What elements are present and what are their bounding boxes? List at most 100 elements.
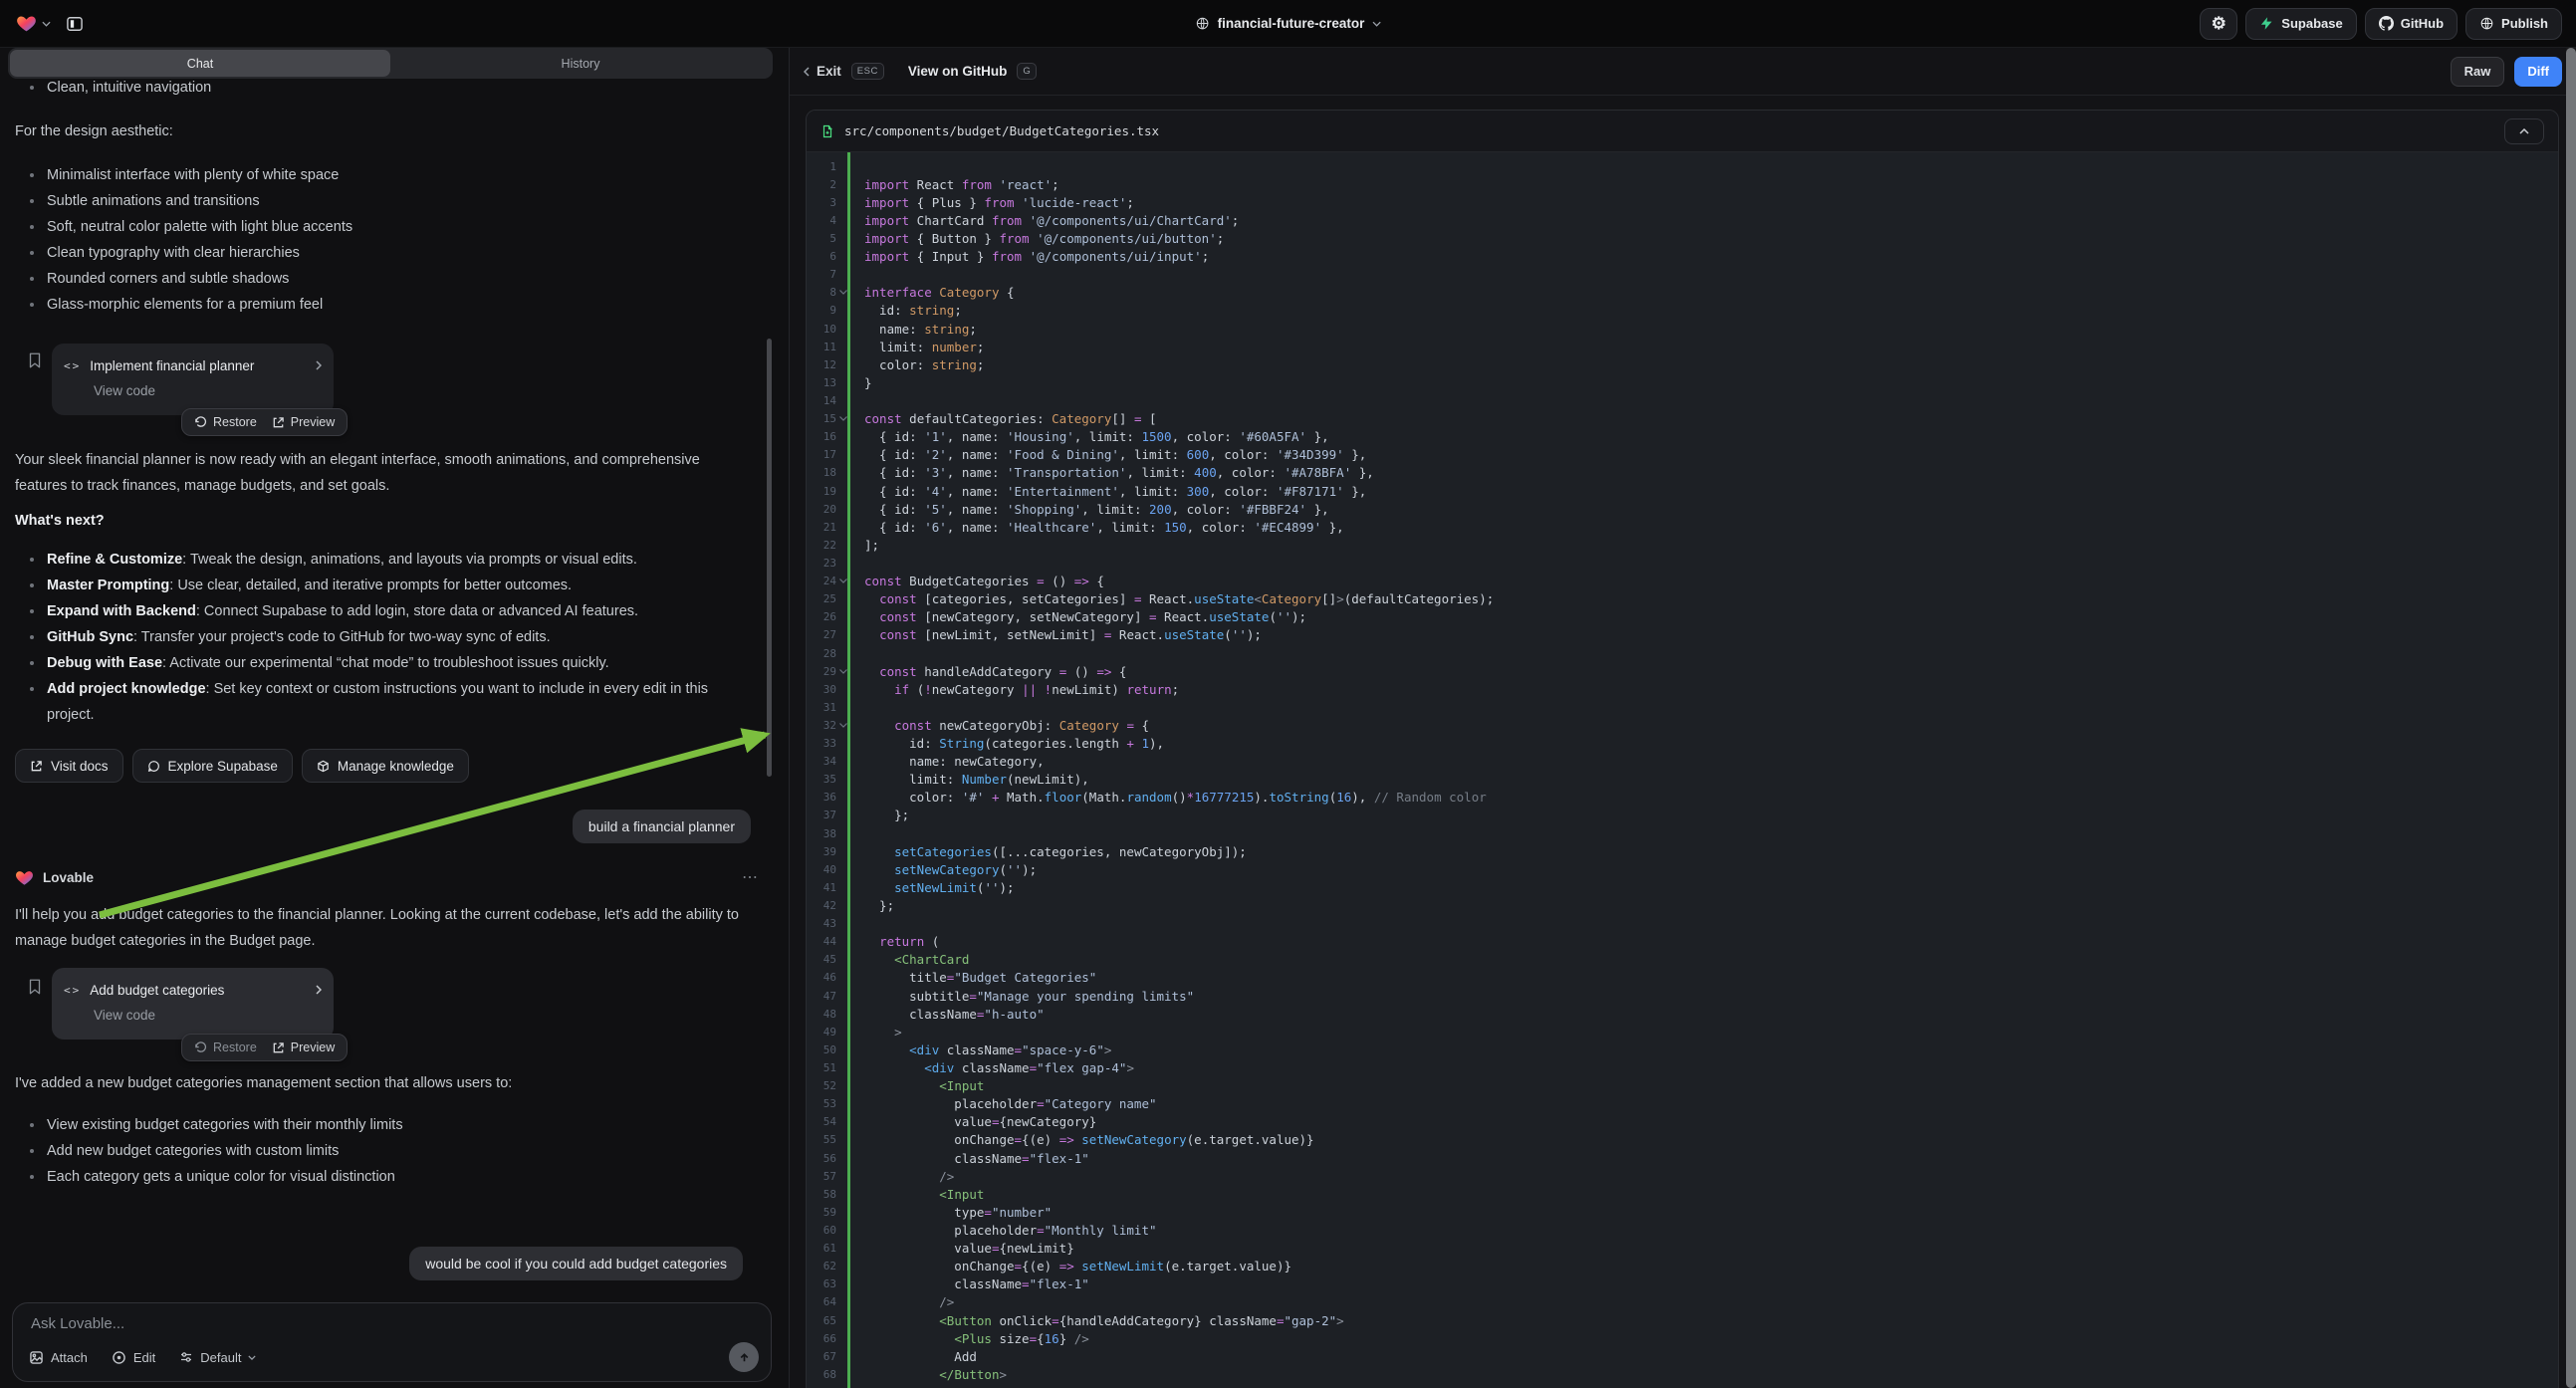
line-number: 29	[807, 665, 836, 678]
window-scrollbar-thumb[interactable]	[2566, 48, 2576, 1388]
app-window: financial-future-creator ⚙ Supabase GitH…	[0, 0, 2576, 1388]
settings-button[interactable]: ⚙	[2200, 8, 2237, 40]
list-item: Each category gets a unique color for vi…	[15, 1164, 757, 1190]
tab-chat[interactable]: Chat	[10, 50, 390, 77]
chat-scrollbar[interactable]	[767, 339, 772, 777]
assistant-header: Lovable ⋯	[15, 864, 759, 890]
code-line: 65 <Button onClick={handleAddCategory} c…	[807, 1311, 2558, 1329]
exit-button[interactable]: Exit	[804, 64, 841, 79]
code-text: { id: '4', name: 'Entertainment', limit:…	[848, 484, 1366, 499]
explore-supabase-button[interactable]: Explore Supabase	[132, 749, 293, 783]
external-link-icon	[272, 1041, 285, 1054]
code-line: 62 onChange={(e) => setNewLimit(e.target…	[807, 1258, 2558, 1275]
code-line: 41 setNewLimit('');	[807, 878, 2558, 896]
tab-history[interactable]: History	[390, 50, 771, 77]
code-text: subtitle="Manage your spending limits"	[848, 989, 1194, 1004]
code-text: limit: number;	[848, 340, 984, 354]
manage-knowledge-label: Manage knowledge	[338, 759, 454, 774]
lovable-logo-menu[interactable]	[16, 13, 51, 34]
code-text: { id: '1', name: 'Housing', limit: 1500,…	[848, 429, 1329, 444]
raw-toggle-button[interactable]: Raw	[2451, 57, 2505, 87]
bullet-icon	[30, 225, 34, 229]
diff-toggle-button[interactable]: Diff	[2514, 57, 2562, 87]
version-actions: Restore Preview	[181, 408, 348, 436]
list-item: GitHub Sync: Transfer your project's cod…	[15, 624, 752, 650]
line-number: 33	[807, 737, 836, 750]
code-line: 42 };	[807, 896, 2558, 914]
code-text: <Button onClick={handleAddCategory} clas…	[848, 1313, 1344, 1328]
preview-button[interactable]: Preview	[272, 1041, 335, 1054]
code-text: type="number"	[848, 1205, 1052, 1220]
code-line: 14	[807, 391, 2558, 409]
version-card-implement-financial-planner[interactable]: <> Implement financial planner View code	[52, 344, 334, 415]
publish-button[interactable]: Publish	[2465, 8, 2562, 40]
code-line: 59 type="number"	[807, 1203, 2558, 1221]
bookmark-icon[interactable]	[26, 978, 44, 996]
file-header[interactable]: src/components/budget/BudgetCategories.t…	[807, 111, 2558, 152]
file-added-icon	[820, 124, 834, 138]
code-line: 56 className="flex-1"	[807, 1149, 2558, 1167]
code-text: <Input	[848, 1078, 984, 1093]
code-line: 64 />	[807, 1293, 2558, 1311]
code-line: 57 />	[807, 1167, 2558, 1185]
bullet-text: Add new budget categories with custom li…	[47, 1138, 339, 1164]
restore-button[interactable]: Restore	[194, 1041, 257, 1054]
edit-mode-button[interactable]: Edit	[112, 1350, 155, 1365]
manage-knowledge-button[interactable]: Manage knowledge	[302, 749, 469, 783]
send-button[interactable]	[729, 1342, 759, 1372]
preview-button[interactable]: Preview	[272, 415, 335, 429]
assistant-added-text: I've added a new budget categories manag…	[15, 1070, 742, 1096]
attach-button[interactable]: Attach	[29, 1350, 88, 1365]
code-text: limit: Number(newLimit),	[848, 772, 1089, 787]
code-text: title="Budget Categories"	[848, 970, 1096, 985]
chevron-down-icon	[42, 21, 51, 27]
code-text: >	[848, 1025, 902, 1040]
project-switcher[interactable]: financial-future-creator	[1195, 16, 1382, 31]
code-text: const defaultCategories: Category[] = [	[848, 411, 1157, 426]
code-line: 29 const handleAddCategory = () => {	[807, 662, 2558, 680]
line-number: 66	[807, 1332, 836, 1345]
bullet-icon	[30, 1175, 34, 1179]
chevron-right-icon	[316, 985, 322, 995]
line-number: 51	[807, 1061, 836, 1074]
code-line: 31	[807, 698, 2558, 716]
code-text: ];	[848, 538, 879, 553]
sidebar-toggle-button[interactable]	[65, 14, 85, 34]
view-code-link[interactable]: View code	[64, 1008, 322, 1023]
supabase-button[interactable]: Supabase	[2245, 8, 2356, 40]
code-text: const [categories, setCategories] = Reac…	[848, 591, 1494, 606]
code-line: 15const defaultCategories: Category[] = …	[807, 410, 2558, 428]
code-text: <Input	[848, 1187, 984, 1202]
code-line: 7	[807, 266, 2558, 284]
preview-label: Preview	[291, 1041, 335, 1054]
code-text: id: string;	[848, 303, 962, 318]
version-card-add-budget-categories[interactable]: <> Add budget categories View code	[52, 968, 334, 1040]
chat-input[interactable]	[31, 1315, 628, 1332]
bullet-icon	[30, 1123, 34, 1127]
github-button[interactable]: GitHub	[2365, 8, 2458, 40]
code-text: Add	[848, 1349, 977, 1364]
visit-docs-button[interactable]: Visit docs	[15, 749, 123, 783]
restore-label: Restore	[213, 1041, 257, 1054]
code-line: 43	[807, 915, 2558, 933]
version-card-title: Implement financial planner	[90, 358, 254, 373]
code-text: </Button>	[848, 1367, 1007, 1382]
code-line: 38	[807, 824, 2558, 842]
restore-label: Restore	[213, 415, 257, 429]
view-code-link[interactable]: View code	[64, 383, 322, 398]
bookmark-icon[interactable]	[26, 351, 44, 369]
image-icon	[29, 1350, 44, 1365]
view-on-github-link[interactable]: View on GitHub	[908, 64, 1008, 79]
line-number: 54	[807, 1115, 836, 1128]
line-number: 60	[807, 1224, 836, 1237]
line-number: 14	[807, 394, 836, 407]
chat-history-tabs: Chat History	[8, 48, 773, 79]
message-menu-button[interactable]: ⋯	[742, 867, 759, 887]
line-number: 57	[807, 1170, 836, 1183]
mode-selector[interactable]: Default	[179, 1350, 256, 1365]
line-number: 16	[807, 430, 836, 443]
restore-button[interactable]: Restore	[194, 415, 257, 429]
collapse-file-button[interactable]	[2504, 118, 2544, 144]
line-number: 45	[807, 953, 836, 966]
code-text: { id: '3', name: 'Transportation', limit…	[848, 465, 1374, 480]
